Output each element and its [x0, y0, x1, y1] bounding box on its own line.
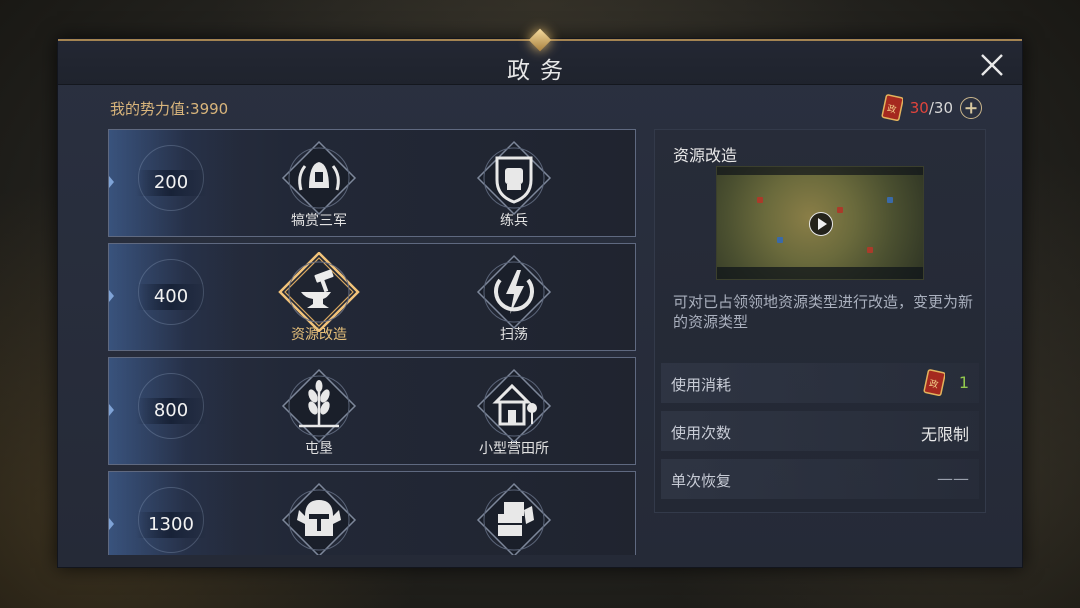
panel-title: 政务 [507, 58, 573, 84]
map-marker [867, 247, 873, 253]
government-order-counter: 政 30/30 [881, 93, 982, 123]
tier-row: 800 屯垦 小型营田所 [108, 357, 636, 465]
tier-arrow-icon [109, 518, 114, 530]
play-icon[interactable] [809, 212, 833, 236]
tier-power-requirement: 800 [136, 398, 206, 424]
tier-power-requirement: 1300 [136, 512, 206, 538]
stat-label: 单次恢复 [671, 472, 732, 490]
tier-arrow-icon [109, 290, 114, 302]
skill-label: 犒赏三军 [291, 213, 347, 229]
stat-row-uses: 使用次数 无限制 [661, 411, 979, 451]
stat-label: 使用消耗 [671, 376, 732, 394]
skill-tier4-right[interactable] [459, 480, 569, 555]
tier-row: 1300 [108, 471, 636, 555]
skill-label: 练兵 [500, 213, 528, 229]
skill-detail-panel: 资源改造 可对已占领领地资源类型进行改造，变更为新的资源类型 使用消耗 政 1 … [654, 129, 986, 513]
skill-resource-reform[interactable]: 资源改造 [264, 252, 374, 348]
detail-description: 可对已占领领地资源类型进行改造，变更为新的资源类型 [673, 293, 974, 331]
skill-label: 屯垦 [305, 441, 333, 457]
stat-label: 使用次数 [671, 424, 732, 442]
title-bar: 政务 [58, 28, 1022, 85]
tier-arrow-icon [109, 404, 114, 416]
stat-row-cost: 使用消耗 政 1 [661, 363, 979, 403]
skill-label: 扫荡 [500, 327, 528, 343]
wheat-icon [281, 368, 357, 444]
knight-helmet-icon [281, 482, 357, 555]
stat-row-recover: 单次恢复 —— [661, 459, 979, 499]
tier-arrow-icon [109, 176, 114, 188]
farmhouse-icon [476, 368, 552, 444]
detail-title: 资源改造 [673, 146, 738, 165]
skill-train-troops[interactable]: 练兵 [459, 138, 569, 234]
map-marker [837, 207, 843, 213]
map-marker [777, 237, 783, 243]
tier-badge: 800 [109, 358, 237, 464]
skill-label: 资源改造 [291, 327, 347, 343]
affairs-list[interactable]: 200 犒赏三军 练兵 400 资源改造 扫荡 800 屯垦 小型营田所 130… [108, 129, 636, 555]
tier-power-requirement: 200 [136, 170, 206, 196]
order-card-icon: 政 [881, 94, 903, 122]
close-icon[interactable] [978, 51, 1006, 79]
tier-row: 400 资源改造 扫荡 [108, 243, 636, 351]
stat-value: 无限制 [920, 425, 969, 444]
skill-reward-army[interactable]: 犒赏三军 [264, 138, 374, 234]
government-affairs-panel: 政务 我的势力值:3990 政 30/30 200 犒赏三军 练兵 400 资源… [57, 28, 1023, 568]
skill-sweep[interactable]: 扫荡 [459, 252, 569, 348]
map-marker [757, 197, 763, 203]
tier-badge: 1300 [109, 472, 237, 555]
order-count: 30/30 [909, 99, 953, 117]
anvil-hammer-icon [278, 252, 360, 332]
fist-shield-icon [476, 140, 552, 216]
stat-value: —— [937, 469, 969, 488]
tier-power-requirement: 400 [136, 284, 206, 310]
tier-row: 200 犒赏三军 练兵 [108, 129, 636, 237]
skill-tier4-left[interactable] [264, 480, 374, 555]
tier-badge: 200 [109, 130, 237, 236]
add-order-button[interactable] [960, 97, 982, 119]
crate-icon [476, 482, 552, 555]
stat-value: 1 [958, 373, 969, 392]
skill-label: 小型营田所 [479, 441, 549, 457]
skill-small-farm[interactable]: 小型营田所 [459, 366, 569, 462]
order-card-icon: 政 [923, 369, 945, 397]
lightning-icon [476, 254, 552, 330]
preview-top-bar [717, 167, 923, 175]
skill-reclaim-land[interactable]: 屯垦 [264, 366, 374, 462]
tier-badge: 400 [109, 244, 237, 350]
map-marker [887, 197, 893, 203]
helmet-laurel-icon [281, 140, 357, 216]
preview-bottom-bar [717, 267, 923, 279]
power-value-label: 我的势力值:3990 [110, 100, 229, 118]
preview-video[interactable] [716, 166, 924, 280]
